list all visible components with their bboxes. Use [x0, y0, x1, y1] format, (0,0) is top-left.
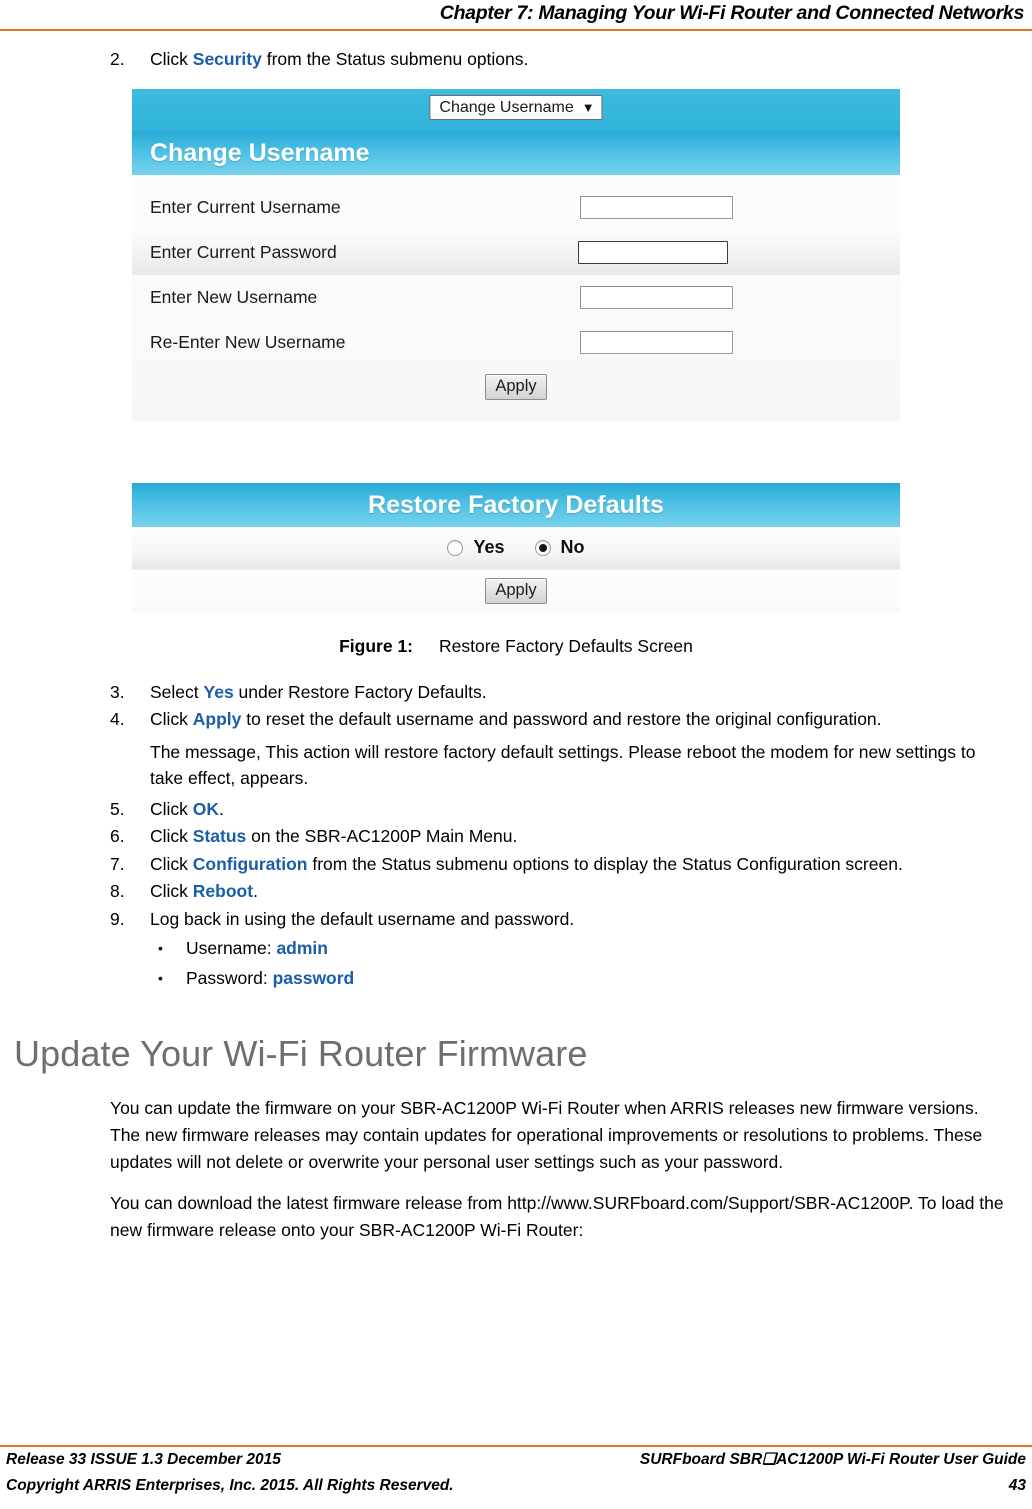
step-text-before: Click: [150, 853, 193, 874]
input-reenter-new-username[interactable]: [580, 330, 733, 354]
header-divider-rule: [0, 29, 1032, 31]
label-enter-new-username: Enter New Username: [150, 286, 318, 307]
step-keyword-ok: OK: [192, 798, 220, 819]
footer-line-2: Copyright ARRIS Enterprises, Inc. 2015. …: [0, 1473, 1032, 1499]
restore-defaults-apply-button[interactable]: Apply: [485, 577, 547, 604]
page-running-header: Chapter 7: Managing Your Wi-Fi Router an…: [0, 0, 1032, 30]
figure-panel-gap: [0, 420, 1032, 483]
step-text-before: Click: [150, 826, 193, 846]
security-page-select[interactable]: Change Username ▼: [429, 94, 603, 120]
step-item-6: 6. Click Status on the SBR-AC1200P Main M…: [0, 823, 1032, 850]
form-row-new-username: Enter New Username: [132, 275, 900, 320]
step-item-3: 3. Select Yes under Restore Factory Defau…: [0, 679, 1032, 706]
figure-restore-factory-defaults: Change Username ▼ Change Username Enter …: [0, 88, 1032, 657]
change-username-title: Change Username: [132, 130, 900, 175]
footer-copyright: Copyright ARRIS Enterprises, Inc. 2015. …: [6, 1477, 454, 1494]
step-keyword-reboot: Reboot: [192, 881, 254, 901]
step-item-8: 8. Click Reboot.: [0, 878, 1032, 905]
step-item-4: 4. Click Apply to reset the default usern…: [0, 706, 1032, 733]
form-row-current-username: Enter Current Username: [132, 185, 900, 230]
step-keyword-yes: Yes: [203, 681, 234, 702]
credential-item-username: • Username: admin: [0, 933, 1032, 963]
input-current-username[interactable]: [580, 195, 733, 219]
form-row-reenter-new-username: Re-Enter New Username: [132, 320, 900, 365]
security-page-select-value: Change Username: [439, 98, 574, 116]
credential-value-username: admin: [276, 938, 328, 958]
figure-caption: Figure 1: Restore Factory Defaults Screen: [0, 636, 1032, 657]
footer-release-info: Release 33 ISSUE 1.3 December 2015: [6, 1451, 281, 1468]
page-content: 2. Click Security from the Status submenu…: [0, 46, 1032, 1258]
bullet-icon: •: [158, 970, 163, 986]
step-text-after: .: [219, 798, 224, 819]
step-number: 8.: [110, 881, 125, 901]
section-paragraph-2: You can download the latest firmware rel…: [110, 1193, 1004, 1240]
step-text-before: Click: [150, 709, 193, 729]
step-number: 7.: [110, 853, 125, 874]
change-username-apply-button[interactable]: Apply: [485, 373, 547, 400]
step-item-9: 9. Log back in using the default username…: [0, 906, 1032, 933]
form-row-current-password: Enter Current Password: [132, 229, 900, 275]
radio-icon-no-selected[interactable]: [534, 539, 551, 556]
step-text-after: under Restore Factory Defaults.: [233, 681, 487, 702]
step-number: 9.: [110, 908, 125, 929]
step-text-before: Click: [150, 881, 193, 901]
footer-line-1: Release 33 ISSUE 1.3 December 2015 SURFb…: [0, 1447, 1032, 1473]
router-panel-topbar: Change Username ▼: [132, 88, 900, 131]
section-paragraph-1: You can update the firmware on your SBR-…: [110, 1098, 983, 1172]
router-panel-change-username: Change Username ▼ Change Username Enter …: [132, 88, 900, 421]
section-heading-update-firmware: Update Your Wi-Fi Router Firmware: [14, 1033, 588, 1074]
label-reenter-new-username: Re-Enter New Username: [150, 331, 346, 352]
step-text-after: .: [253, 881, 258, 901]
credential-value-password: password: [272, 968, 355, 988]
chapter-title: Chapter 7: Managing Your Wi-Fi Router an…: [439, 2, 1025, 24]
restore-factory-defaults-title: Restore Factory Defaults: [132, 482, 900, 527]
step-item-7: 7. Click Configuration from the Status su…: [0, 851, 1032, 878]
step-keyword-apply: Apply: [192, 709, 242, 729]
step-text-before: Log back in using the default username a…: [150, 908, 575, 929]
step-item-2: 2. Click Security from the Status submenu…: [0, 46, 1032, 73]
credential-label-username: Username:: [186, 938, 277, 958]
step-item-5: 5. Click OK.: [0, 796, 1032, 823]
restore-defaults-radio-row: Yes No: [132, 526, 900, 569]
step-keyword-status: Status: [192, 826, 247, 846]
change-username-apply-row: Apply: [132, 365, 900, 409]
radio-option-yes[interactable]: Yes: [447, 537, 505, 558]
step-text-after: on the SBR-AC1200P Main Menu.: [246, 826, 518, 846]
figure-caption-text: Restore Factory Defaults Screen: [439, 635, 693, 656]
footer-guide-title: SURFboard SBR❑AC1200P Wi-Fi Router User …: [639, 1451, 1026, 1468]
step-text-after: from the Status submenu options to displ…: [307, 853, 903, 874]
page-running-footer: Release 33 ISSUE 1.3 December 2015 SURFb…: [0, 1447, 1032, 1501]
label-enter-current-password: Enter Current Password: [150, 241, 337, 262]
footer-page-number: 43: [1008, 1477, 1026, 1494]
input-current-password[interactable]: [578, 240, 728, 264]
radio-label-yes: Yes: [473, 537, 505, 557]
radio-option-no[interactable]: No: [534, 537, 585, 558]
step-text-after: from the Status submenu options.: [261, 49, 529, 69]
restore-defaults-apply-row: Apply: [132, 568, 900, 612]
step-number: 2.: [110, 49, 125, 69]
credential-item-password: • Password: password: [0, 963, 1032, 993]
step-4-note: The message, This action will restore fa…: [150, 741, 976, 789]
change-username-form: Enter Current Username Enter Current Pas…: [132, 174, 900, 421]
bullet-icon: •: [158, 940, 163, 956]
credential-label-password: Password:: [186, 968, 273, 988]
step-number: 5.: [110, 798, 125, 819]
step-number: 6.: [110, 826, 125, 846]
step-text-before: Select: [150, 681, 204, 702]
radio-icon-yes[interactable]: [447, 539, 464, 556]
step-keyword-security: Security: [192, 49, 262, 69]
step-text-before: Click: [150, 49, 193, 69]
chevron-down-icon: ▼: [581, 99, 595, 115]
step-text-before: Click: [150, 798, 193, 819]
step-number: 4.: [110, 709, 125, 729]
radio-label-no: No: [560, 537, 585, 557]
step-number: 3.: [110, 681, 125, 702]
input-new-username[interactable]: [580, 285, 733, 309]
router-panel-restore-factory-defaults: Restore Factory Defaults Yes No Apply: [132, 482, 900, 612]
step-text-after: to reset the default username and passwo…: [241, 709, 882, 729]
step-keyword-configuration: Configuration: [192, 853, 308, 874]
label-enter-current-username: Enter Current Username: [150, 196, 341, 217]
figure-caption-label: Figure 1:: [339, 635, 414, 656]
